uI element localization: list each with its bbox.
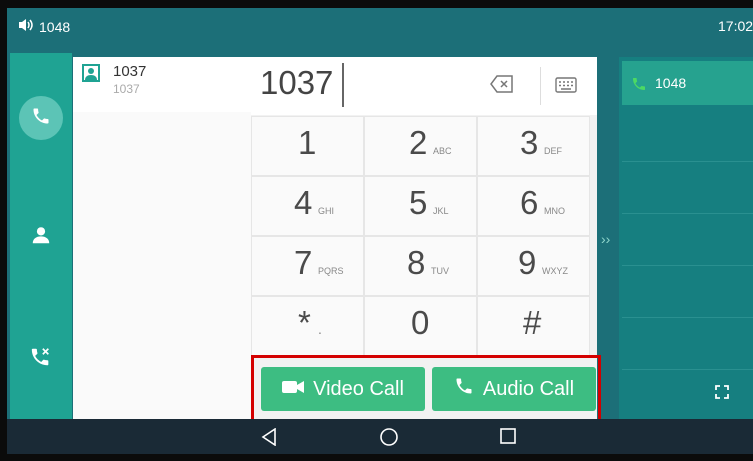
key-digit: 4 [294,184,313,221]
divider [622,161,753,162]
key-1[interactable]: 1 [252,117,363,175]
key-3[interactable]: 3 DEF [478,117,589,175]
key-letters: JKL [433,206,449,216]
key-letters: PQRS [318,266,344,276]
key-digit: 1 [298,124,317,161]
call-history-icon [30,346,52,373]
contact-number: 1037 [113,82,140,96]
key-0[interactable]: 0 [365,297,476,355]
home-icon[interactable] [380,428,398,451]
key-letters: TUV [431,266,449,276]
key-digit: 2 [409,124,428,161]
key-digit: 9 [518,244,537,281]
key-8[interactable]: 8 TUV [365,237,476,295]
divider [622,317,753,318]
key-4[interactable]: 4 GHI [252,177,363,235]
sidebar-item-call-history[interactable] [19,337,63,381]
key-digit: 5 [409,184,428,221]
contact-item[interactable]: 1037 1037 [73,57,251,112]
divider [622,265,753,266]
key-digit: 0 [411,304,430,341]
key-6[interactable]: 6 MNO [478,177,589,235]
status-time: 17:02 [718,18,753,34]
navigation-bar [7,419,753,454]
phone-icon [631,76,647,97]
backspace-icon[interactable] [490,75,514,98]
phone-screen: 1048 17:02 1037 1037 1037 1 2 ABC 3 DEF … [7,8,753,454]
key-5[interactable]: 5 JKL [365,177,476,235]
key-star[interactable]: * . [252,297,363,355]
status-line-number: 1048 [39,18,71,35]
recent-apps-icon[interactable] [500,428,516,449]
contacts-icon [30,224,52,251]
fullscreen-icon[interactable] [715,385,729,404]
key-2[interactable]: 2 ABC [365,117,476,175]
key-digit: * [298,304,311,341]
key-letters: DEF [544,146,562,156]
key-digit: # [523,304,542,341]
keyboard-icon[interactable] [555,77,577,98]
line-key-1048[interactable]: 1048 [622,61,753,105]
divider [622,369,753,370]
sidebar-item-dialer[interactable] [19,96,63,140]
key-hash[interactable]: # [478,297,589,355]
status-line-indicator: 1048 [18,18,70,35]
contact-list: 1037 1037 [73,57,251,419]
key-letters: . [318,321,322,337]
key-letters: ABC [433,146,452,156]
call-buttons-highlight [251,355,601,427]
contact-avatar-icon [82,64,100,82]
text-cursor [342,63,344,107]
status-bar: 1048 17:02 [7,8,753,45]
key-digit: 7 [294,244,313,281]
key-9[interactable]: 9 WXYZ [478,237,589,295]
phone-icon [31,106,51,131]
key-7[interactable]: 7 PQRS [252,237,363,295]
back-icon[interactable] [261,427,277,451]
expand-arrow-icon[interactable]: ›› [601,231,610,247]
sidebar-item-contacts[interactable] [19,215,63,259]
speaker-icon [18,18,34,35]
line-label: 1048 [655,75,687,91]
line-panel: 1048 [619,57,753,419]
divider [540,67,541,105]
key-digit: 8 [407,244,426,281]
key-digit: 3 [520,124,539,161]
divider [622,213,753,214]
dial-input[interactable]: 1037 [260,64,333,102]
key-letters: WXYZ [542,266,568,276]
contact-name: 1037 [113,63,147,80]
key-digit: 6 [520,184,539,221]
key-letters: GHI [318,206,335,216]
key-letters: MNO [544,206,565,216]
dial-input-row: 1037 [251,57,597,115]
sidebar [10,53,72,419]
